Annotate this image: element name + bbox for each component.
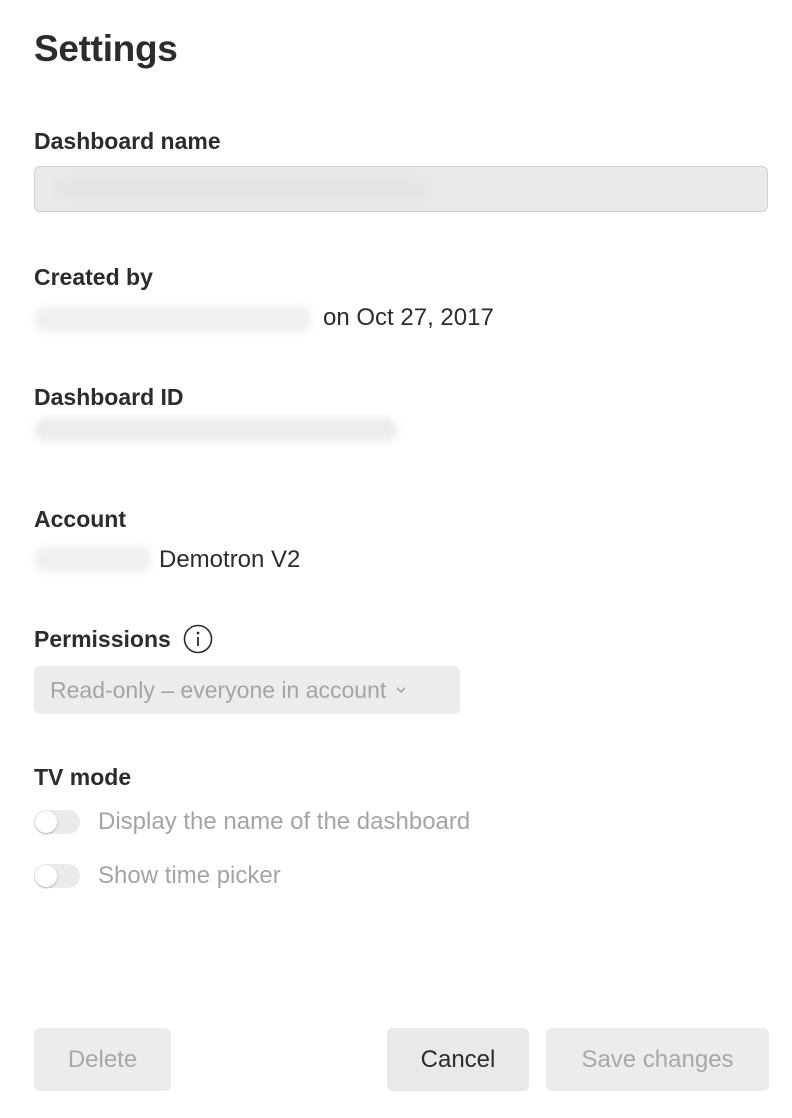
redacted-text — [57, 179, 427, 199]
account-name: Demotron V2 — [159, 546, 301, 573]
dashboard-name-input[interactable] — [34, 166, 768, 212]
toggle-knob — [35, 865, 57, 887]
display-name-label: Display the name of the dashboard — [98, 808, 471, 835]
account-label: Account — [34, 506, 126, 532]
created-date: on Oct 27, 2017 — [323, 304, 494, 331]
time-picker-label: Show time picker — [98, 862, 281, 889]
redacted-dashboard-id — [34, 418, 398, 442]
toggle-row-time-picker: Show time picker — [34, 862, 281, 890]
permissions-selected-value: Read-only – everyone in account — [50, 676, 387, 703]
toggle-row-display-name: Display the name of the dashboard — [34, 808, 470, 836]
dashboard-id-label: Dashboard ID — [34, 384, 184, 410]
permissions-label: Permissions — [34, 626, 171, 652]
created-by-label: Created by — [34, 264, 153, 290]
chevron-down-icon — [396, 687, 406, 694]
redacted-account-id — [34, 546, 152, 572]
toggle-knob — [35, 811, 57, 833]
save-changes-button[interactable]: Save changes — [546, 1028, 769, 1091]
cancel-button[interactable]: Cancel — [387, 1028, 529, 1091]
permissions-select[interactable]: Read-only – everyone in account — [34, 666, 460, 714]
redacted-creator — [34, 306, 312, 332]
delete-button[interactable]: Delete — [34, 1028, 171, 1091]
tv-mode-label: TV mode — [34, 764, 132, 790]
display-name-toggle[interactable] — [34, 810, 80, 834]
dashboard-name-label: Dashboard name — [34, 128, 221, 154]
page-title: Settings — [34, 28, 178, 69]
time-picker-toggle[interactable] — [34, 864, 80, 888]
info-icon[interactable] — [183, 624, 213, 654]
